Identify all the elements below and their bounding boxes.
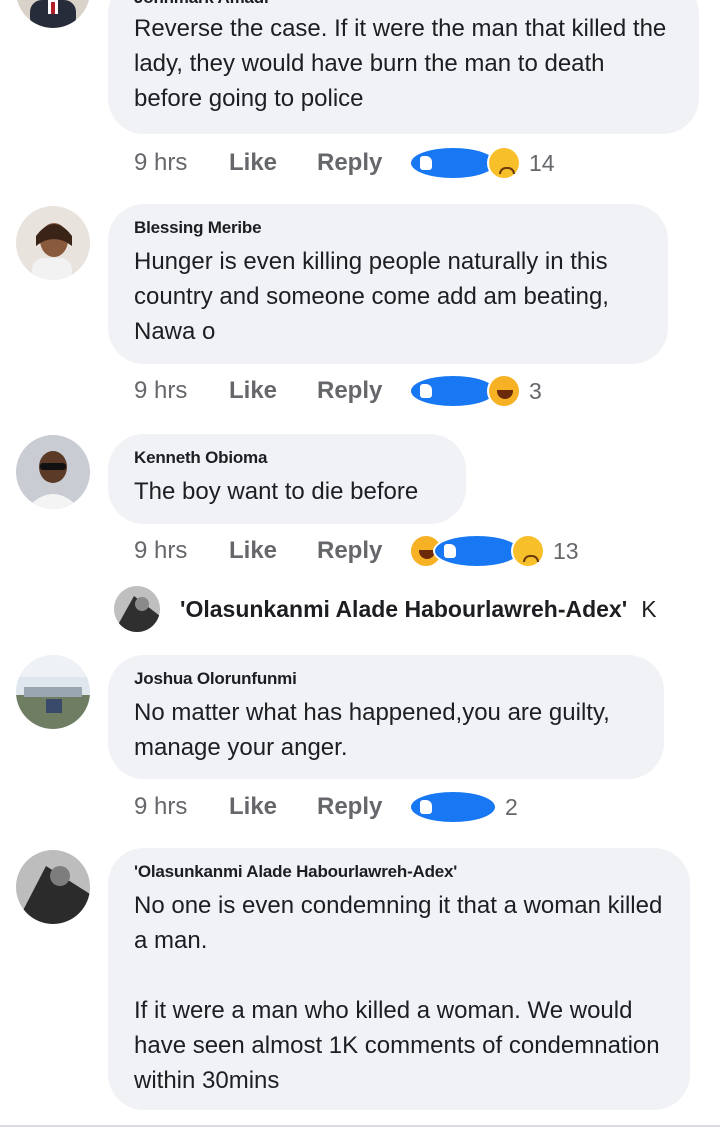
like-button[interactable]: Like — [229, 149, 317, 177]
sad-reaction-icon — [511, 534, 545, 568]
comment-time[interactable]: 9 hrs — [134, 377, 229, 405]
comment-author[interactable]: Blessing Meribe — [134, 218, 642, 238]
comment-time[interactable]: 9 hrs — [134, 537, 229, 565]
comment-text: No one is even condemning it that a woma… — [134, 892, 663, 1094]
avatar[interactable] — [16, 655, 90, 729]
comment-time[interactable]: 9 hrs — [134, 149, 229, 177]
like-reaction-icon — [409, 790, 497, 824]
comment-time[interactable]: 9 hrs — [134, 793, 229, 821]
reply-button[interactable]: Reply — [317, 149, 409, 177]
comment-text: Reverse the case. If it were the man tha… — [134, 15, 667, 112]
comment-actions: 9 hrs Like Reply 3 — [134, 371, 542, 411]
haha-reaction-icon — [487, 374, 521, 408]
like-button[interactable]: Like — [229, 537, 317, 565]
comment-actions: 9 hrs Like Reply 2 — [134, 787, 518, 827]
reactions[interactable]: 14 — [409, 146, 555, 180]
reaction-count: 13 — [553, 537, 579, 564]
like-button[interactable]: Like — [229, 377, 317, 405]
reply-text: K — [641, 595, 657, 622]
like-reaction-icon — [409, 146, 497, 180]
reaction-count: 2 — [505, 793, 518, 820]
reply-preview[interactable]: 'Olasunkanmi Alade Habourlawreh-Adex' K — [114, 585, 657, 633]
like-button[interactable]: Like — [229, 793, 317, 821]
reaction-count: 3 — [529, 377, 542, 404]
comment-author[interactable]: 'Olasunkanmi Alade Habourlawreh-Adex' — [134, 862, 664, 882]
divider — [0, 1125, 720, 1127]
like-reaction-icon — [433, 534, 521, 568]
comment-author[interactable]: Johnmark Amadi — [134, 0, 673, 8]
comment-bubble: Johnmark Amadi Reverse the case. If it w… — [108, 0, 699, 134]
comment-bubble: Kenneth Obioma The boy want to die befor… — [108, 434, 466, 524]
reactions[interactable]: 13 — [409, 534, 579, 568]
comment-author[interactable]: Joshua Olorunfunmi — [134, 669, 638, 689]
reply-button[interactable]: Reply — [317, 793, 409, 821]
sad-reaction-icon — [487, 146, 521, 180]
reactions[interactable]: 2 — [409, 790, 518, 824]
comment-text: No matter what has happened,you are guil… — [134, 699, 610, 761]
avatar[interactable] — [16, 850, 90, 924]
comment-author[interactable]: Kenneth Obioma — [134, 448, 440, 468]
comment-bubble: Blessing Meribe Hunger is even killing p… — [108, 204, 668, 364]
avatar — [114, 586, 160, 632]
avatar[interactable] — [16, 206, 90, 280]
reply-button[interactable]: Reply — [317, 377, 409, 405]
comment-text: The boy want to die before — [134, 478, 419, 505]
reaction-count: 14 — [529, 149, 555, 176]
comment-bubble: 'Olasunkanmi Alade Habourlawreh-Adex' No… — [108, 848, 690, 1110]
like-reaction-icon — [409, 374, 497, 408]
avatar[interactable] — [16, 435, 90, 509]
comment-bubble: Joshua Olorunfunmi No matter what has ha… — [108, 655, 664, 779]
reactions[interactable]: 3 — [409, 374, 542, 408]
comment-actions: 9 hrs Like Reply 13 — [134, 531, 579, 571]
avatar[interactable] — [16, 0, 90, 28]
reply-author[interactable]: 'Olasunkanmi Alade Habourlawreh-Adex' — [180, 596, 627, 623]
reply-button[interactable]: Reply — [317, 537, 409, 565]
comment-text: Hunger is even killing people naturally … — [134, 248, 609, 345]
comment-actions: 9 hrs Like Reply 14 — [134, 143, 555, 183]
